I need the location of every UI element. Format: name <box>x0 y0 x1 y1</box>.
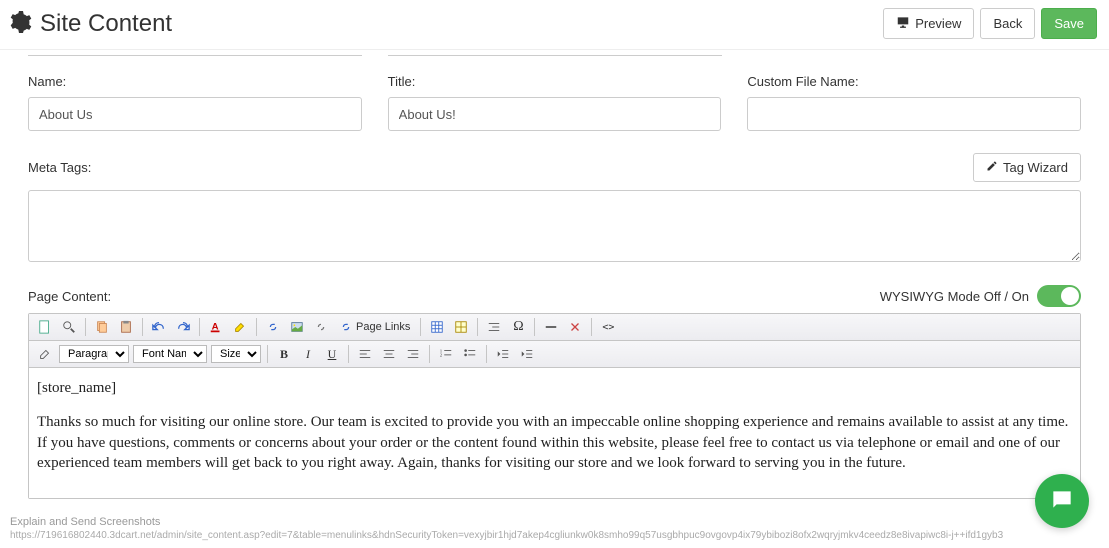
align-center-icon[interactable] <box>379 344 399 364</box>
wysiwyg-label: WYSIWYG Mode Off / On <box>880 289 1029 304</box>
tag-wizard-label: Tag Wizard <box>1003 160 1068 175</box>
table-props-icon[interactable] <box>451 317 471 337</box>
rich-text-editor: A Page Links Ω <> <box>28 313 1081 499</box>
underline-button[interactable]: U <box>322 344 342 364</box>
chat-icon <box>1049 487 1075 516</box>
format-paint-icon[interactable] <box>35 344 55 364</box>
name-input[interactable] <box>28 97 362 131</box>
footer-url: https://719616802440.3dcart.net/admin/si… <box>10 529 1003 542</box>
back-label: Back <box>993 16 1022 31</box>
back-button[interactable]: Back <box>980 8 1035 39</box>
wysiwyg-toggle[interactable] <box>1037 285 1081 307</box>
meta-tags-textarea[interactable] <box>28 190 1081 262</box>
title-input[interactable] <box>388 97 722 131</box>
link-icon[interactable] <box>263 317 283 337</box>
highlight-icon[interactable] <box>230 317 250 337</box>
toggle-knob <box>1061 287 1079 305</box>
align-right-icon[interactable] <box>403 344 423 364</box>
table-icon[interactable] <box>427 317 447 337</box>
preview-label: Preview <box>915 16 961 31</box>
page-links-button[interactable]: Page Links <box>335 320 414 334</box>
align-left-icon[interactable] <box>355 344 375 364</box>
search-icon[interactable] <box>59 317 79 337</box>
italic-button[interactable]: I <box>298 344 318 364</box>
page-title: Site Content <box>40 10 172 38</box>
editor-content[interactable]: [store_name] Thanks so much for visiting… <box>29 368 1080 498</box>
ordered-list-icon[interactable]: 12 <box>436 344 456 364</box>
custom-file-name-input[interactable] <box>747 97 1081 131</box>
copy-icon[interactable] <box>92 317 112 337</box>
editor-toolbar-1: A Page Links Ω <> <box>29 314 1080 341</box>
footer-status: Explain and Send Screenshots https://719… <box>10 515 1003 542</box>
pencil-icon <box>986 160 998 175</box>
name-label: Name: <box>28 74 362 89</box>
new-doc-icon[interactable] <box>35 317 55 337</box>
page-header: Site Content Preview Back Save <box>0 0 1109 50</box>
redo-icon[interactable] <box>173 317 193 337</box>
meta-tags-label: Meta Tags: <box>28 160 91 175</box>
svg-text:2: 2 <box>440 353 442 358</box>
save-button[interactable]: Save <box>1041 8 1097 39</box>
unlink-icon[interactable] <box>311 317 331 337</box>
indent-icon[interactable] <box>517 344 537 364</box>
image-icon[interactable] <box>287 317 307 337</box>
bold-button[interactable]: B <box>274 344 294 364</box>
font-size-select[interactable]: Size <box>211 345 261 363</box>
page-content-label: Page Content: <box>28 289 111 304</box>
desktop-icon <box>896 15 910 32</box>
indent-left-icon[interactable] <box>484 317 504 337</box>
text-color-icon[interactable]: A <box>206 317 226 337</box>
content-line-2: Thanks so much for visiting our online s… <box>37 412 1072 473</box>
tag-wizard-button[interactable]: Tag Wizard <box>973 153 1081 182</box>
title-label: Title: <box>388 74 722 89</box>
unordered-list-icon[interactable] <box>460 344 480 364</box>
chat-widget-button[interactable] <box>1035 474 1089 528</box>
undo-icon[interactable] <box>149 317 169 337</box>
custom-file-name-label: Custom File Name: <box>747 74 1081 89</box>
save-label: Save <box>1054 16 1084 31</box>
source-icon[interactable]: <> <box>598 317 618 337</box>
paragraph-select[interactable]: Paragraph <box>59 345 129 363</box>
content-line-1: [store_name] <box>37 378 1072 398</box>
hr-icon[interactable] <box>541 317 561 337</box>
paste-icon[interactable] <box>116 317 136 337</box>
outdent-icon[interactable] <box>493 344 513 364</box>
ghost-row <box>28 54 1081 56</box>
special-char-icon[interactable]: Ω <box>508 317 528 337</box>
cogs-icon <box>8 10 32 37</box>
preview-button[interactable]: Preview <box>883 8 974 39</box>
editor-toolbar-2: Paragraph Font Name Size B I U 12 <box>29 341 1080 368</box>
clear-format-icon[interactable] <box>565 317 585 337</box>
page-links-label: Page Links <box>356 321 410 333</box>
footer-text: Explain and Send Screenshots <box>10 515 1003 529</box>
font-name-select[interactable]: Font Name <box>133 345 207 363</box>
